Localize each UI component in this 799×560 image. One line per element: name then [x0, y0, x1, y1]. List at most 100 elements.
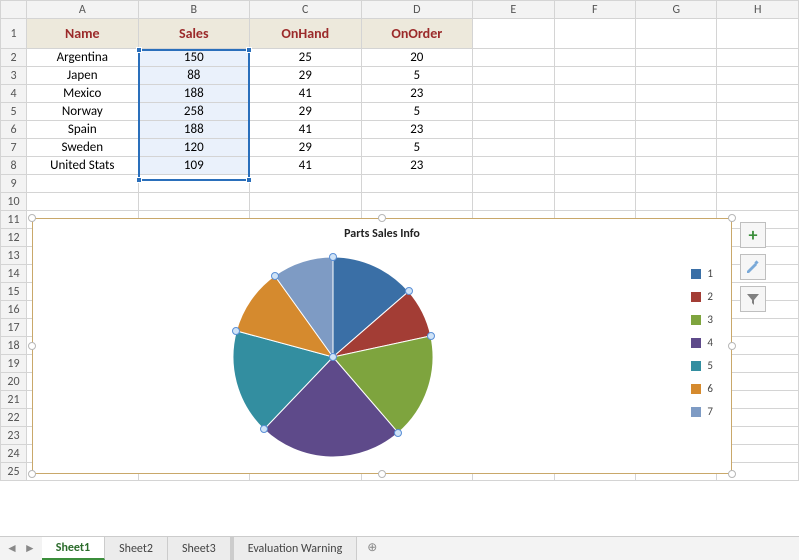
- cell[interactable]: [717, 175, 799, 193]
- worksheet-area[interactable]: A B C D E F G H 1 Name Sales OnHand OnOr…: [0, 0, 799, 536]
- cell[interactable]: [473, 193, 554, 211]
- row-header-20[interactable]: 20: [1, 373, 27, 391]
- cell[interactable]: [554, 49, 635, 67]
- cell-F1[interactable]: [554, 19, 635, 49]
- cell[interactable]: [717, 121, 799, 139]
- cell[interactable]: [717, 193, 799, 211]
- row-header-10[interactable]: 10: [1, 193, 27, 211]
- row-header-3[interactable]: 3: [1, 67, 27, 85]
- cell-sales[interactable]: 120: [138, 139, 249, 157]
- row-header-19[interactable]: 19: [1, 355, 27, 373]
- cell[interactable]: [554, 103, 635, 121]
- row-header-23[interactable]: 23: [1, 427, 27, 445]
- cell[interactable]: [249, 193, 361, 211]
- cell-sales[interactable]: 88: [138, 67, 249, 85]
- row-header-9[interactable]: 9: [1, 175, 27, 193]
- cell[interactable]: [636, 157, 717, 175]
- row-header-6[interactable]: 6: [1, 121, 27, 139]
- pie-edge-handle[interactable]: [232, 327, 240, 335]
- tab-sheet3[interactable]: Sheet3: [168, 537, 231, 560]
- row-header-21[interactable]: 21: [1, 391, 27, 409]
- legend-item-7[interactable]: 7: [691, 405, 713, 418]
- pie-center-handle[interactable]: [329, 353, 337, 361]
- cell[interactable]: [27, 175, 139, 193]
- select-all-corner[interactable]: [1, 1, 27, 19]
- add-sheet-button[interactable]: ⊕: [357, 537, 387, 560]
- cell[interactable]: [554, 67, 635, 85]
- cell[interactable]: [473, 49, 554, 67]
- cell-sales[interactable]: 188: [138, 85, 249, 103]
- cell-onorder[interactable]: 5: [361, 67, 473, 85]
- legend-item-1[interactable]: 1: [691, 267, 713, 280]
- cell-name[interactable]: United Stats: [27, 157, 139, 175]
- cell-onhand[interactable]: 29: [249, 139, 361, 157]
- col-header-E[interactable]: E: [473, 1, 554, 19]
- cell-sales[interactable]: 258: [138, 103, 249, 121]
- legend-item-5[interactable]: 5: [691, 359, 713, 372]
- tab-scroll-right-icon[interactable]: ►: [22, 541, 38, 556]
- cell-B1[interactable]: Sales: [138, 19, 249, 49]
- row-header-25[interactable]: 25: [1, 463, 27, 481]
- cell[interactable]: [636, 67, 717, 85]
- col-header-C[interactable]: C: [249, 1, 361, 19]
- row-header-5[interactable]: 5: [1, 103, 27, 121]
- cell-H1[interactable]: [717, 19, 799, 49]
- cell-A1[interactable]: Name: [27, 19, 139, 49]
- row-header-1[interactable]: 1: [1, 19, 27, 49]
- cell[interactable]: [717, 85, 799, 103]
- tab-sheet2[interactable]: Sheet2: [105, 537, 168, 560]
- cell-onhand[interactable]: 29: [249, 67, 361, 85]
- cell[interactable]: [554, 139, 635, 157]
- cell[interactable]: [473, 175, 554, 193]
- cell[interactable]: [717, 67, 799, 85]
- legend-item-2[interactable]: 2: [691, 290, 713, 303]
- cell[interactable]: [361, 193, 473, 211]
- row-header-12[interactable]: 12: [1, 229, 27, 247]
- chart-object[interactable]: Parts Sales Info 1234567: [32, 218, 732, 474]
- col-header-F[interactable]: F: [554, 1, 635, 19]
- cell[interactable]: [138, 193, 249, 211]
- chart-filter-button[interactable]: [740, 286, 766, 312]
- legend-item-3[interactable]: 3: [691, 313, 713, 326]
- cell[interactable]: [473, 121, 554, 139]
- cell-name[interactable]: Spain: [27, 121, 139, 139]
- cell-onorder[interactable]: 23: [361, 85, 473, 103]
- cell[interactable]: [473, 67, 554, 85]
- chart-elements-button[interactable]: +: [740, 222, 766, 248]
- cell[interactable]: [636, 175, 717, 193]
- row-header-16[interactable]: 16: [1, 301, 27, 319]
- chart-styles-button[interactable]: [740, 254, 766, 280]
- legend-item-6[interactable]: 6: [691, 382, 713, 395]
- pie-edge-handle[interactable]: [427, 332, 435, 340]
- cell[interactable]: [636, 85, 717, 103]
- row-header-8[interactable]: 8: [1, 157, 27, 175]
- cell-C1[interactable]: OnHand: [249, 19, 361, 49]
- cell[interactable]: [636, 49, 717, 67]
- cell[interactable]: [27, 193, 139, 211]
- col-header-D[interactable]: D: [361, 1, 473, 19]
- cell[interactable]: [554, 175, 635, 193]
- cell-onhand[interactable]: 25: [249, 49, 361, 67]
- row-header-17[interactable]: 17: [1, 319, 27, 337]
- cell[interactable]: [554, 85, 635, 103]
- cell[interactable]: [249, 175, 361, 193]
- cell[interactable]: [473, 157, 554, 175]
- pie-edge-handle[interactable]: [329, 253, 337, 261]
- cell[interactable]: [138, 175, 249, 193]
- chart-title[interactable]: Parts Sales Info: [33, 227, 731, 241]
- cell[interactable]: [473, 85, 554, 103]
- cell-onhand[interactable]: 41: [249, 121, 361, 139]
- cell-onorder[interactable]: 5: [361, 103, 473, 121]
- cell-onorder[interactable]: 23: [361, 121, 473, 139]
- cell-onorder[interactable]: 5: [361, 139, 473, 157]
- row-header-7[interactable]: 7: [1, 139, 27, 157]
- cell[interactable]: [636, 103, 717, 121]
- col-header-A[interactable]: A: [27, 1, 139, 19]
- cell-onhand[interactable]: 41: [249, 157, 361, 175]
- chart-legend[interactable]: 1234567: [691, 267, 713, 428]
- cell[interactable]: [361, 175, 473, 193]
- cell[interactable]: [717, 157, 799, 175]
- pie-edge-handle[interactable]: [394, 429, 402, 437]
- cell[interactable]: [473, 103, 554, 121]
- row-header-18[interactable]: 18: [1, 337, 27, 355]
